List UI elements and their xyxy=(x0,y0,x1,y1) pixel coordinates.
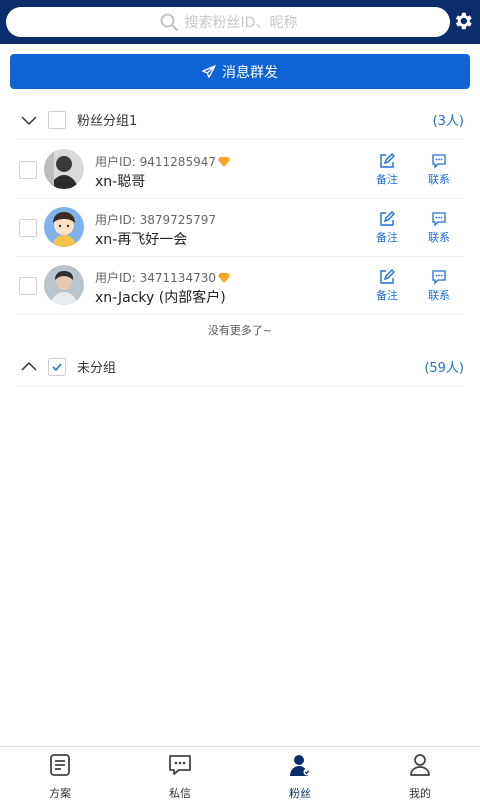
user-icon xyxy=(410,754,430,776)
vip-diamond-icon xyxy=(218,156,230,167)
contact-button[interactable]: 联系 xyxy=(424,153,454,187)
avatar xyxy=(44,265,84,305)
group-count: (3人) xyxy=(432,114,464,129)
nav-item-plan[interactable]: 方案 xyxy=(0,747,120,800)
document-icon xyxy=(50,754,70,776)
edit-icon xyxy=(380,269,395,284)
nav-label: 私信 xyxy=(169,787,191,800)
no-more-text: 没有更多了~ xyxy=(207,324,273,337)
group-checkbox[interactable] xyxy=(48,357,66,376)
fans-icon xyxy=(290,755,311,776)
search-icon xyxy=(160,13,178,32)
vip-diamond-icon xyxy=(218,272,230,283)
user-name: xn-聪哥 xyxy=(95,174,146,190)
avatar xyxy=(44,149,84,189)
nav-label: 方案 xyxy=(49,787,71,800)
group-count: (59人) xyxy=(424,361,464,376)
broadcast-label: 消息群发 xyxy=(222,64,278,81)
search-placeholder: 搜索粉丝ID、昵称 xyxy=(184,15,298,31)
nav-item-fans[interactable]: 粉丝 xyxy=(240,747,360,800)
edit-icon xyxy=(380,153,395,168)
note-button[interactable]: 备注 xyxy=(372,211,402,245)
contact-button[interactable]: 联系 xyxy=(424,269,454,303)
avatar xyxy=(44,207,84,247)
edit-icon xyxy=(380,211,395,226)
group-header-1[interactable]: 粉丝分组1 (3人) xyxy=(16,100,464,140)
chevron-up-icon[interactable] xyxy=(20,358,38,376)
contact-button[interactable]: 联系 xyxy=(424,211,454,245)
user-id: 用户ID: 3471134730 xyxy=(95,269,230,286)
chat-icon xyxy=(432,270,446,285)
nav-item-profile[interactable]: 我的 xyxy=(360,747,480,800)
fan-row[interactable]: 用户ID: 3471134730 xn-Jacky (内部客户) 备注 联系 xyxy=(16,257,464,315)
user-name: xn-再飞好一会 xyxy=(95,232,188,248)
checkmark-icon xyxy=(52,362,62,371)
group-title: 粉丝分组1 xyxy=(77,114,138,129)
send-icon xyxy=(202,64,216,78)
group-header-2[interactable]: 未分组 (59人) xyxy=(16,347,464,387)
group-checkbox[interactable] xyxy=(48,110,66,129)
group-title: 未分组 xyxy=(77,361,117,376)
nav-item-messages[interactable]: 私信 xyxy=(120,747,240,800)
chat-icon xyxy=(432,154,446,169)
gear-icon[interactable] xyxy=(452,10,474,32)
note-button[interactable]: 备注 xyxy=(372,269,402,303)
nav-label: 粉丝 xyxy=(289,787,311,800)
broadcast-button[interactable]: 消息群发 xyxy=(10,54,470,89)
user-name: xn-Jacky (内部客户) xyxy=(95,290,226,306)
fan-checkbox[interactable] xyxy=(19,277,37,295)
nav-label: 我的 xyxy=(409,787,431,800)
chevron-down-icon[interactable] xyxy=(20,111,38,129)
user-id: 用户ID: 9411285947 xyxy=(95,153,230,170)
top-bar: 搜索粉丝ID、昵称 xyxy=(0,0,480,44)
user-id: 用户ID: 3879725797 xyxy=(95,213,216,227)
chat-icon xyxy=(432,212,446,227)
search-input[interactable]: 搜索粉丝ID、昵称 xyxy=(6,7,450,37)
fan-row[interactable]: 用户ID: 3879725797 xn-再飞好一会 备注 联系 xyxy=(16,199,464,257)
message-icon xyxy=(169,755,191,775)
fan-row[interactable]: 用户ID: 9411285947 xn-聪哥 备注 联系 xyxy=(16,141,464,199)
fan-checkbox[interactable] xyxy=(19,161,37,179)
fan-checkbox[interactable] xyxy=(19,219,37,237)
bottom-nav: 方案 私信 粉丝 我的 xyxy=(0,746,480,800)
note-button[interactable]: 备注 xyxy=(372,153,402,187)
